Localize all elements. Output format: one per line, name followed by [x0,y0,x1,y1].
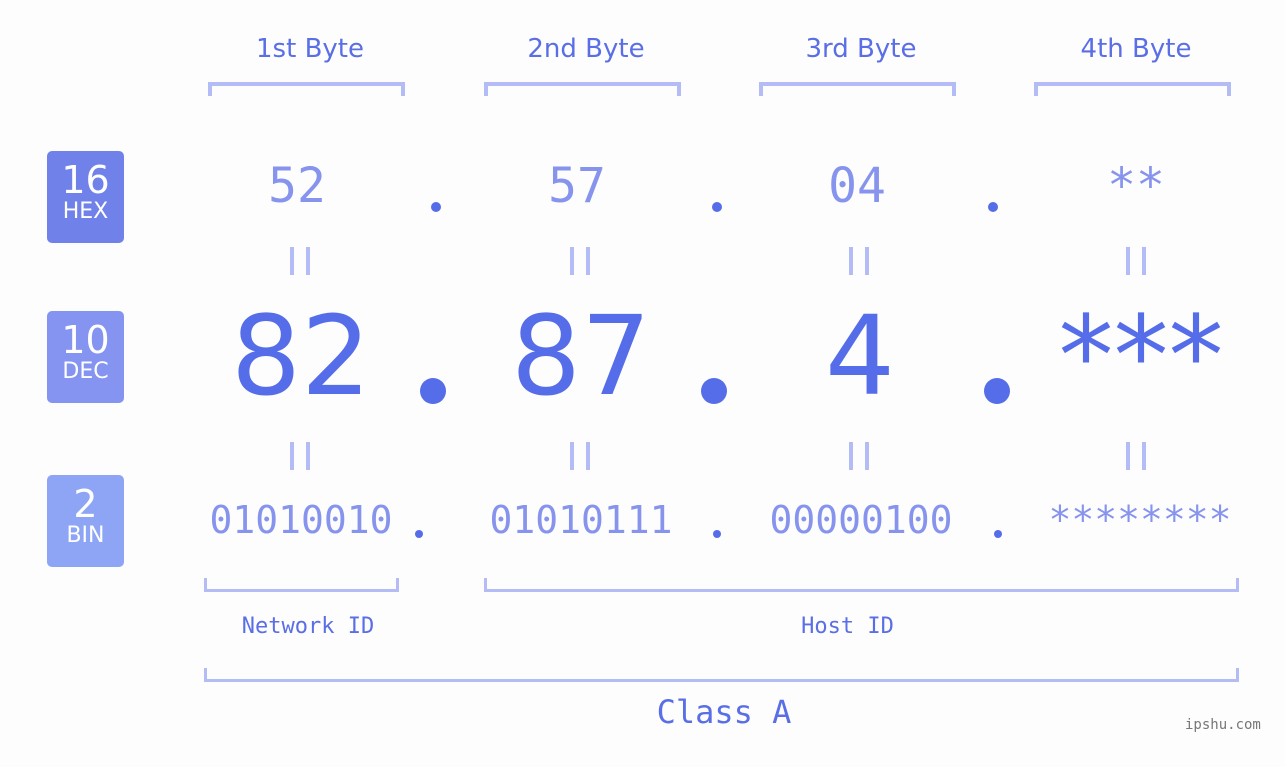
byte-header-4: 4th Byte [1080,34,1192,64]
watermark: ipshu.com [1185,717,1261,733]
byte-bracket-4 [1034,82,1231,96]
equals-icon [290,247,310,275]
bin-dot-1 [415,530,423,538]
bin-dot-2 [713,530,721,538]
bin-dot-3 [994,530,1002,538]
network-id-bracket [204,578,399,592]
byte-header-2: 2nd Byte [527,34,645,64]
dec-dot-3 [984,378,1010,404]
hex-badge-label: HEX [62,199,109,224]
bin-byte-2: 01010111 [489,498,673,542]
hex-byte-3: 04 [828,158,886,214]
dec-byte-4: *** [1058,292,1224,420]
hex-byte-2: 57 [548,158,606,214]
dec-byte-2: 87 [511,292,651,420]
bin-badge-label: BIN [66,523,105,548]
bin-byte-4: ******** [1048,498,1232,542]
byte-bracket-1 [208,82,405,96]
byte-header-3: 3rd Byte [805,34,917,64]
dec-badge-number: 10 [61,318,110,362]
hex-badge: 16 HEX [47,151,124,243]
hex-dot-2 [712,202,722,212]
hex-byte-4: ** [1107,158,1165,214]
dec-byte-3: 4 [825,292,895,420]
dec-dot-2 [701,378,727,404]
equals-icon [1126,442,1146,470]
equals-icon [290,442,310,470]
bin-badge-number: 2 [73,482,98,526]
equals-icon [570,442,590,470]
byte-header-1: 1st Byte [256,34,364,64]
dec-badge: 10 DEC [47,311,124,403]
equals-icon [1126,247,1146,275]
bin-badge: 2 BIN [47,475,124,567]
host-id-bracket [484,578,1239,592]
class-label: Class A [656,693,792,731]
equals-icon [849,247,869,275]
hex-byte-1: 52 [268,158,326,214]
byte-bracket-2 [484,82,681,96]
bin-byte-1: 01010010 [209,498,393,542]
byte-bracket-3 [759,82,956,96]
host-id-label: Host ID [801,614,894,639]
dec-dot-1 [420,378,446,404]
hex-badge-number: 16 [61,158,110,202]
hex-dot-1 [431,202,441,212]
dec-badge-label: DEC [62,359,109,384]
class-bracket [204,668,1239,682]
network-id-label: Network ID [241,614,375,639]
dec-byte-1: 82 [231,292,371,420]
hex-dot-3 [988,202,998,212]
equals-icon [849,442,869,470]
bin-byte-3: 00000100 [769,498,953,542]
equals-icon [570,247,590,275]
